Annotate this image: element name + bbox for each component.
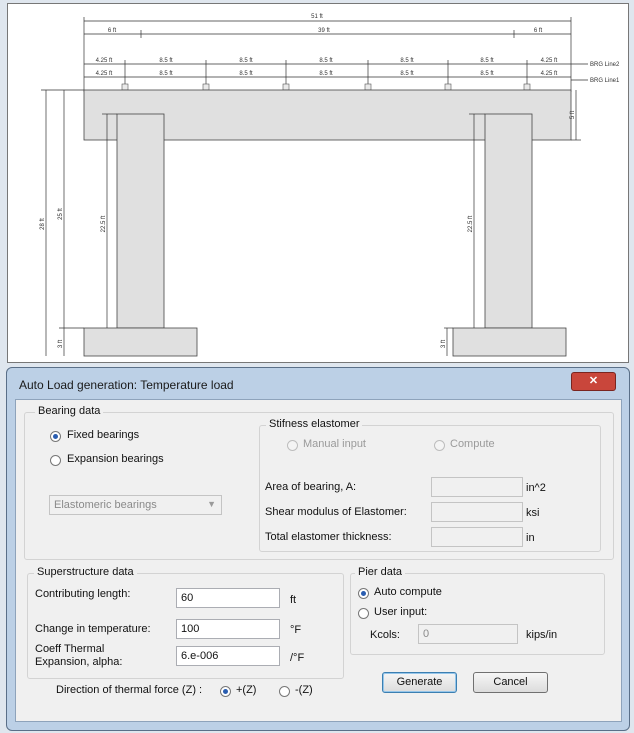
bearing-type-dropdown[interactable]: Elastomeric bearings ▼	[49, 495, 222, 515]
bearing-line-2-label: BRG Line2	[590, 62, 620, 68]
pier-elevation-svg: 51 ft 39 ft 6 ft 6 ft 4.25 ft 8.5 ft 8.5…	[40, 14, 620, 357]
dim-left-col-clear: 22.5 ft	[101, 215, 107, 232]
direction-thermal-force-label: Direction of thermal force (Z) :	[56, 684, 203, 696]
dim-l2-6: 4.25 ft	[541, 58, 558, 64]
coeff-thermal-label-line2: Expansion, alpha:	[35, 656, 123, 668]
auto-compute-radio[interactable]	[358, 588, 369, 599]
dim-column-height: 25 ft	[58, 208, 64, 220]
dialog-client-area: Bearing data Fixed bearings Expansion be…	[15, 399, 622, 722]
contributing-length-label: Contributing length:	[35, 588, 131, 600]
dim-l1-3: 8.5 ft	[319, 71, 333, 77]
dim-left-footing: 3 ft	[58, 340, 64, 349]
cancel-button[interactable]: Cancel	[473, 672, 548, 693]
kcols-unit: kips/in	[526, 629, 558, 641]
manual-input-radio[interactable]	[287, 440, 298, 451]
dim-right-footing: 3 ft	[441, 340, 447, 349]
area-of-bearing-label: Area of bearing, A:	[265, 481, 357, 493]
kcols-input[interactable]: 0	[418, 624, 518, 644]
elastomer-thickness-unit: in	[526, 532, 535, 544]
area-of-bearing-input[interactable]	[431, 477, 523, 497]
user-input-radio[interactable]	[358, 608, 369, 619]
bearing-data-group: Bearing data Fixed bearings Expansion be…	[24, 405, 614, 560]
coeff-thermal-unit: /°F	[290, 652, 305, 664]
contributing-length-input[interactable]: 60	[176, 588, 280, 608]
elastomer-thickness-label: Total elastomer thickness:	[265, 531, 392, 543]
dim-l2-0: 4.25 ft	[96, 58, 113, 64]
generate-button[interactable]: Generate	[382, 672, 457, 693]
dialog-title: Auto Load generation: Temperature load	[19, 378, 234, 392]
dim-right-col-clear: 22.5 ft	[468, 215, 474, 232]
auto-compute-label[interactable]: Auto compute	[374, 586, 442, 598]
dim-side-right: 6 ft	[534, 28, 543, 34]
dim-l2-1: 8.5 ft	[159, 58, 173, 64]
screen: 51 ft 39 ft 6 ft 6 ft 4.25 ft 8.5 ft 8.5…	[0, 0, 634, 733]
dim-cap-depth: 5 ft	[570, 111, 576, 120]
dim-l2-3: 8.5 ft	[319, 58, 333, 64]
stiffness-elastomer-group: Stifness elastomer Manual input Compute …	[259, 418, 601, 552]
change-in-temperature-input[interactable]: 100	[176, 619, 280, 639]
manual-input-label[interactable]: Manual input	[303, 438, 366, 450]
compute-radio[interactable]	[434, 440, 445, 451]
dim-l2-4: 8.5 ft	[400, 58, 414, 64]
shear-modulus-unit: ksi	[526, 507, 540, 519]
chevron-down-icon: ▼	[207, 499, 216, 509]
elastomer-thickness-input[interactable]	[431, 527, 523, 547]
change-in-temperature-label: Change in temperature:	[35, 623, 151, 635]
shear-modulus-input[interactable]	[431, 502, 523, 522]
close-button[interactable]: ✕	[571, 372, 616, 391]
change-in-temperature-unit: °F	[290, 624, 302, 636]
direction-plus-z-radio[interactable]	[220, 686, 231, 697]
coeff-thermal-label-line1: Coeff Thermal	[35, 643, 105, 655]
dim-l1-6: 4.25 ft	[541, 71, 558, 77]
bearing-type-value: Elastomeric bearings	[54, 499, 157, 511]
superstructure-data-group: Superstructure data Contributing length:…	[27, 566, 344, 679]
superstructure-data-legend: Superstructure data	[34, 566, 137, 578]
dim-l2-5: 8.5 ft	[480, 58, 494, 64]
compute-label[interactable]: Compute	[450, 438, 495, 450]
dim-l1-5: 8.5 ft	[480, 71, 494, 77]
dim-side-left: 6 ft	[108, 28, 117, 34]
dim-l2-2: 8.5 ft	[239, 58, 253, 64]
coeff-thermal-input[interactable]: 6.e-006	[176, 646, 280, 666]
pier-data-legend: Pier data	[355, 566, 406, 578]
fixed-bearings-label[interactable]: Fixed bearings	[67, 429, 139, 441]
temperature-load-dialog: Auto Load generation: Temperature load ✕…	[6, 367, 630, 731]
bearing-line-1-label: BRG Line1	[590, 78, 620, 84]
direction-minus-z-radio[interactable]	[279, 686, 290, 697]
bearing-data-legend: Bearing data	[35, 405, 104, 417]
dim-middle: 39 ft	[318, 28, 330, 34]
dim-overall: 51 ft	[311, 14, 323, 20]
dim-l1-0: 4.25 ft	[96, 71, 113, 77]
dim-l1-1: 8.5 ft	[159, 71, 173, 77]
expansion-bearings-label[interactable]: Expansion bearings	[67, 453, 164, 465]
direction-plus-z-label[interactable]: +(Z)	[236, 684, 256, 696]
pier-elevation-drawing: 51 ft 39 ft 6 ft 6 ft 4.25 ft 8.5 ft 8.5…	[7, 3, 629, 363]
stiffness-elastomer-legend: Stifness elastomer	[266, 418, 363, 430]
dim-l1-2: 8.5 ft	[239, 71, 253, 77]
shear-modulus-label: Shear modulus of Elastomer:	[265, 506, 407, 518]
contributing-length-unit: ft	[290, 594, 297, 606]
user-input-label[interactable]: User input:	[374, 606, 427, 618]
pier-data-group: Pier data Auto compute User input: Kcols…	[350, 566, 605, 655]
direction-minus-z-label[interactable]: -(Z)	[295, 684, 313, 696]
area-unit: in^2	[526, 482, 546, 494]
dim-l1-4: 8.5 ft	[400, 71, 414, 77]
expansion-bearings-radio[interactable]	[50, 455, 61, 466]
dim-total-height: 28 ft	[40, 218, 46, 230]
kcols-label: Kcols:	[370, 629, 400, 641]
fixed-bearings-radio[interactable]	[50, 431, 61, 442]
